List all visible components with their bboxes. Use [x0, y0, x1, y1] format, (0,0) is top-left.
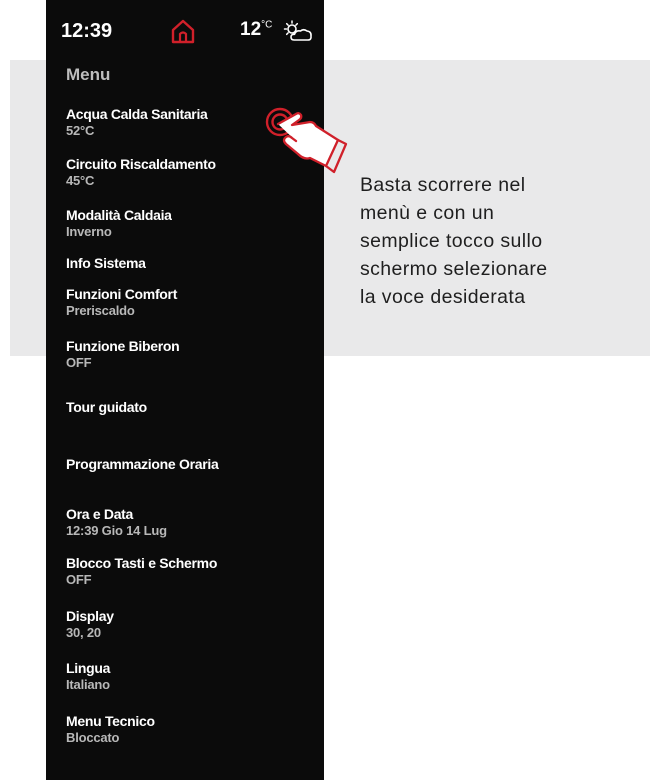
- menu-item-value: Bloccato: [66, 730, 120, 745]
- menu-item-label: Funzioni Comfort: [66, 286, 178, 302]
- menu-item-value: Italiano: [66, 677, 110, 692]
- menu-item-label: Lingua: [66, 660, 111, 676]
- menu-item-label: Ora e Data: [66, 506, 134, 522]
- menu-item-tour-guidato[interactable]: Tour guidato: [66, 399, 147, 416]
- menu-item-label: Display: [66, 608, 114, 624]
- tap-hand-icon: [265, 107, 348, 174]
- instruction-line: la voce desiderata: [360, 286, 526, 308]
- menu-item-value: Inverno: [66, 224, 112, 239]
- status-bar: 12:39 12°C: [46, 0, 324, 56]
- menu-item-programmazione-oraria[interactable]: Programmazione Oraria: [66, 456, 219, 473]
- instruction-line: Basta scorrere nel: [360, 174, 526, 196]
- menu-item-blocco-tasti-e-schermo[interactable]: Blocco Tasti e Schermo OFF: [66, 555, 217, 588]
- menu-item-label: Acqua Calda Sanitaria: [66, 106, 208, 122]
- menu-item-label: Info Sistema: [66, 255, 146, 271]
- menu-title: Menu: [66, 65, 111, 84]
- home-icon[interactable]: [170, 18, 196, 44]
- instruction-line: schermo selezionare: [360, 258, 548, 280]
- instruction-text: Basta scorrere nel menù e con un semplic…: [360, 171, 645, 311]
- instruction-line: menù e con un: [360, 202, 495, 224]
- menu-item-value: 52°C: [66, 123, 95, 138]
- menu-item-value: Preriscaldo: [66, 303, 135, 318]
- menu-item-circuito-riscaldamento[interactable]: Circuito Riscaldamento 45°C: [66, 156, 216, 189]
- clock: 12:39: [61, 20, 113, 42]
- menu-item-label: Circuito Riscaldamento: [66, 156, 216, 172]
- menu-item-label: Programmazione Oraria: [66, 456, 219, 472]
- menu-item-value: OFF: [66, 572, 92, 587]
- menu-item-value: 45°C: [66, 173, 95, 188]
- instruction-line: semplice tocco sullo: [360, 230, 543, 252]
- menu-item-lingua[interactable]: Lingua Italiano: [66, 660, 110, 693]
- menu-item-info-sistema[interactable]: Info Sistema: [66, 255, 146, 272]
- menu-item-value: 12:39 Gio 14 Lug: [66, 523, 167, 538]
- menu-item-display[interactable]: Display 30, 20: [66, 608, 114, 641]
- menu-item-menu-tecnico[interactable]: Menu Tecnico Bloccato: [66, 713, 155, 746]
- menu-item-funzioni-comfort[interactable]: Funzioni Comfort Preriscaldo: [66, 286, 177, 319]
- temperature-unit: °C: [261, 19, 273, 31]
- menu-item-label: Modalità Caldaia: [66, 207, 172, 223]
- menu-item-ora-e-data[interactable]: Ora e Data 12:39 Gio 14 Lug: [66, 506, 167, 539]
- outdoor-temperature: 12°C: [240, 19, 272, 41]
- menu-item-modalita-caldaia[interactable]: Modalità Caldaia Inverno: [66, 207, 172, 240]
- menu-item-label: Funzione Biberon: [66, 338, 180, 354]
- menu-item-value: 30, 20: [66, 625, 101, 640]
- temperature-value: 12: [240, 19, 262, 40]
- menu-item-label: Blocco Tasti e Schermo: [66, 555, 218, 571]
- menu-item-value: OFF: [66, 355, 92, 370]
- partly-sunny-icon: [283, 20, 312, 41]
- menu-item-acqua-calda-sanitaria[interactable]: Acqua Calda Sanitaria 52°C: [66, 106, 208, 139]
- menu-item-funzione-biberon[interactable]: Funzione Biberon OFF: [66, 338, 180, 371]
- menu-item-label: Menu Tecnico: [66, 713, 155, 729]
- menu-item-label: Tour guidato: [66, 399, 147, 415]
